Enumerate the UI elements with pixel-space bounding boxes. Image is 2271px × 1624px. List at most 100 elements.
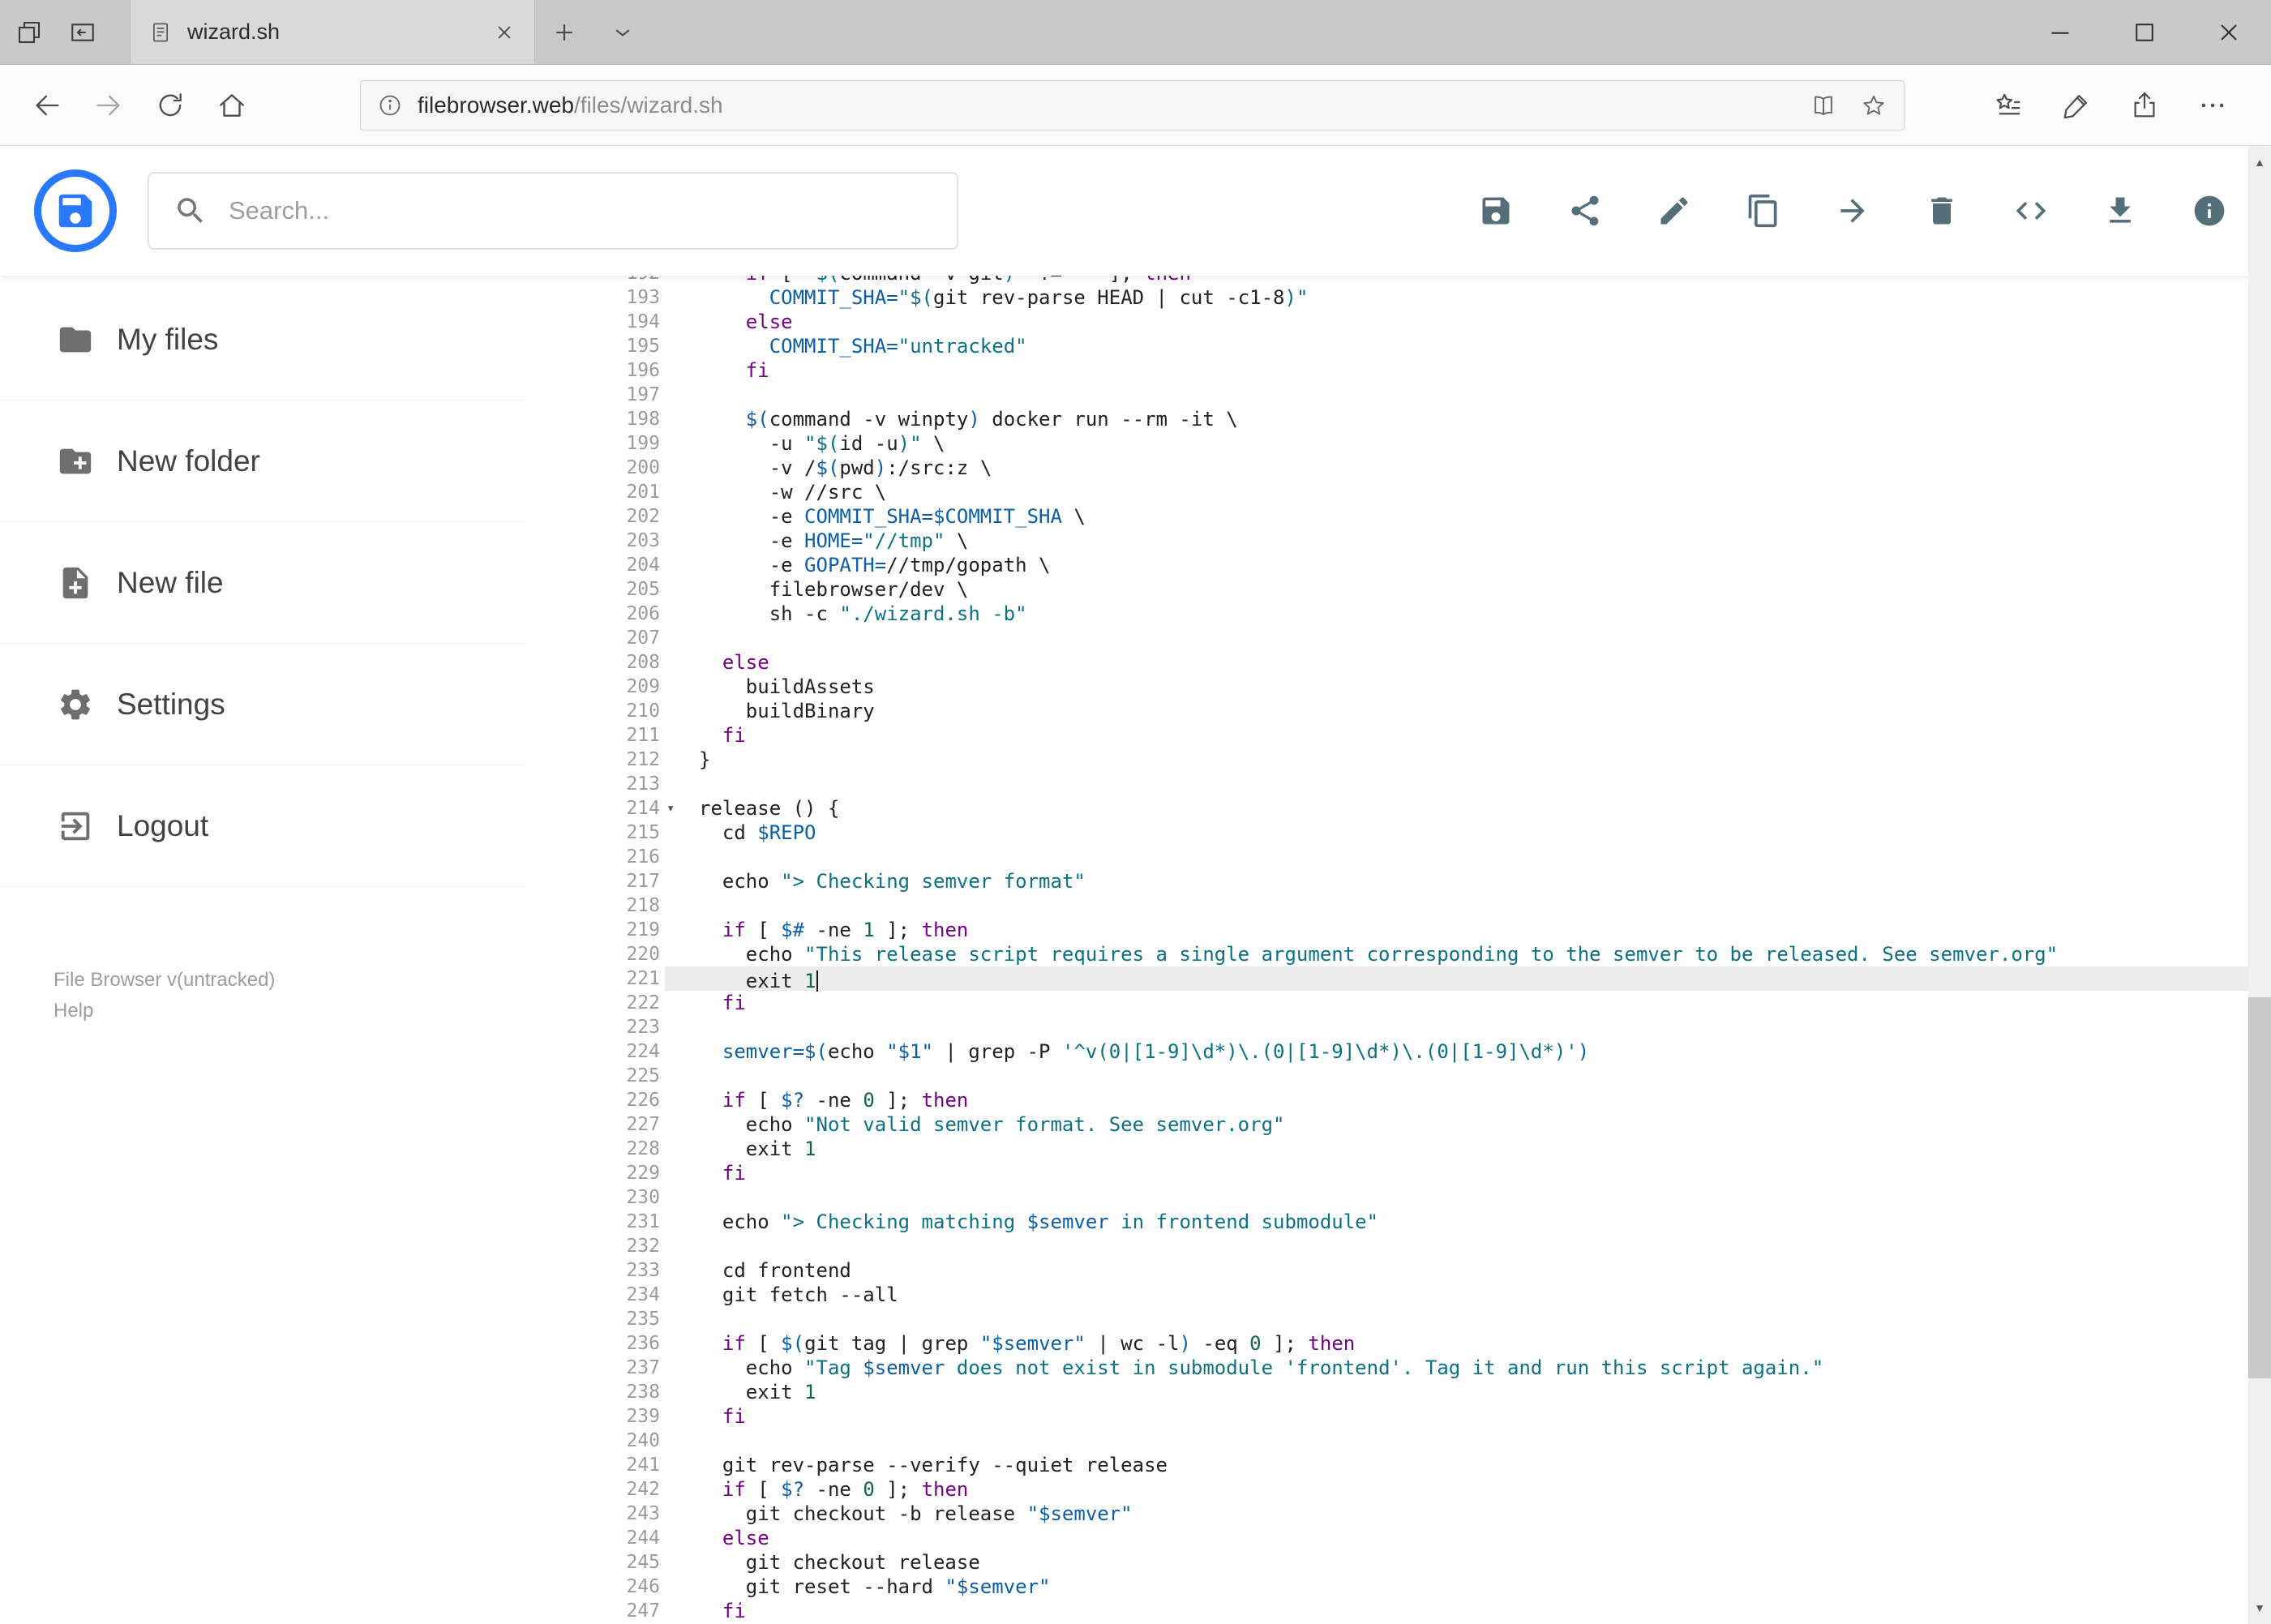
code-line[interactable]: 244 else <box>525 1526 2271 1550</box>
code-line[interactable]: 245 git checkout release <box>525 1550 2271 1575</box>
code-line[interactable]: 207 <box>525 626 2271 650</box>
code-line[interactable]: 227 echo "Not valid semver format. See s… <box>525 1112 2271 1137</box>
share-button[interactable] <box>1567 193 1603 229</box>
code-line[interactable]: 216 <box>525 845 2271 869</box>
home-button[interactable] <box>201 75 263 136</box>
scrollbar-up-arrow[interactable]: ▲ <box>2248 146 2271 178</box>
code-line[interactable]: 210 buildBinary <box>525 699 2271 723</box>
search-input[interactable] <box>229 196 932 225</box>
code-line[interactable]: 201 -w //src \ <box>525 480 2271 504</box>
delete-button[interactable] <box>1924 193 1960 229</box>
copy-button[interactable] <box>1746 193 1781 229</box>
code-line[interactable]: 240 <box>525 1429 2271 1453</box>
code-line[interactable]: 243 git checkout -b release "$semver" <box>525 1502 2271 1526</box>
code-line[interactable]: 198 $(command -v winpty) docker run --rm… <box>525 407 2271 431</box>
code-line[interactable]: 220 echo "This release script requires a… <box>525 942 2271 966</box>
forward-button[interactable] <box>78 75 139 136</box>
page-info-icon[interactable] <box>377 92 403 118</box>
code-line[interactable]: 228 exit 1 <box>525 1137 2271 1161</box>
code-line[interactable]: 208 else <box>525 650 2271 675</box>
code-line[interactable]: 215 cd $REPO <box>525 821 2271 845</box>
code-line[interactable]: 247 fi <box>525 1599 2271 1623</box>
search-box[interactable] <box>148 172 958 250</box>
tab-list-chevron-icon[interactable] <box>593 0 652 64</box>
favorite-star-icon[interactable] <box>1860 92 1888 119</box>
ink-pen-icon[interactable] <box>2046 75 2107 136</box>
code-line[interactable]: 200 -v /$(pwd):/src:z \ <box>525 456 2271 480</box>
code-line[interactable]: 225 <box>525 1064 2271 1088</box>
code-line[interactable]: 238 exit 1 <box>525 1380 2271 1404</box>
code-line[interactable]: 236 if [ $(git tag | grep "$semver" | wc… <box>525 1331 2271 1356</box>
code-line[interactable]: 192 if [ "$(command -v git)" != "" ]; th… <box>525 276 2271 285</box>
tab-close-icon[interactable] <box>492 20 516 45</box>
code-line[interactable]: 212} <box>525 748 2271 772</box>
code-line[interactable]: 231 echo "> Checking matching $semver in… <box>525 1210 2271 1234</box>
sidebar-item-new-file[interactable]: New file <box>0 522 525 644</box>
code-line[interactable]: 202 -e COMMIT_SHA=$COMMIT_SHA \ <box>525 504 2271 529</box>
download-button[interactable] <box>2102 193 2138 229</box>
more-menu-icon[interactable] <box>2182 75 2243 136</box>
back-button[interactable] <box>16 75 78 136</box>
code-line[interactable]: 232 <box>525 1234 2271 1258</box>
sidebar-item-my-files[interactable]: My files <box>0 279 525 401</box>
code-line[interactable]: 203 -e HOME="//tmp" \ <box>525 529 2271 553</box>
set-tabs-aside-icon[interactable] <box>68 18 97 47</box>
code-line[interactable]: 205 filebrowser/dev \ <box>525 577 2271 602</box>
code-line[interactable]: 195 COMMIT_SHA="untracked" <box>525 334 2271 358</box>
new-tab-button[interactable] <box>535 0 593 64</box>
code-line[interactable]: 209 buildAssets <box>525 675 2271 699</box>
code-line[interactable]: 211 fi <box>525 723 2271 748</box>
code-line[interactable]: 229 fi <box>525 1161 2271 1185</box>
code-line[interactable]: 221 exit 1 <box>525 966 2271 992</box>
code-line[interactable]: 235 <box>525 1307 2271 1331</box>
reading-view-icon[interactable] <box>1810 92 1837 119</box>
sidebar-item-new-folder[interactable]: New folder <box>0 401 525 522</box>
help-link[interactable]: Help <box>54 996 275 1026</box>
sidebar-item-settings[interactable]: Settings <box>0 644 525 765</box>
code-line[interactable]: 194 else <box>525 310 2271 334</box>
share-icon[interactable] <box>2114 75 2175 136</box>
code-line[interactable]: 219 if [ $# -ne 1 ]; then <box>525 918 2271 942</box>
code-line[interactable]: 226 if [ $? -ne 0 ]; then <box>525 1088 2271 1112</box>
code-line[interactable]: 206 sh -c "./wizard.sh -b" <box>525 602 2271 626</box>
code-line[interactable]: 214 ▾ release () { <box>525 796 2271 821</box>
code-line[interactable]: 242 if [ $? -ne 0 ]; then <box>525 1477 2271 1502</box>
code-line[interactable]: 223 <box>525 1015 2271 1039</box>
code-line[interactable]: 197 <box>525 383 2271 407</box>
code-line[interactable]: 204 -e GOPATH=//tmp/gopath \ <box>525 553 2271 577</box>
code-line[interactable]: 217 echo "> Checking semver format" <box>525 869 2271 893</box>
code-line[interactable]: 193 COMMIT_SHA="$(git rev-parse HEAD | c… <box>525 285 2271 310</box>
code-line[interactable]: 224 semver=$(echo "$1" | grep -P '^v(0|[… <box>525 1039 2271 1064</box>
info-button[interactable] <box>2192 193 2227 229</box>
browser-tab[interactable]: wizard.sh <box>130 0 535 64</box>
code-line[interactable]: 237 echo "Tag $semver does not exist in … <box>525 1356 2271 1380</box>
code-line[interactable]: 199 -u "$(id -u)" \ <box>525 431 2271 456</box>
close-button[interactable] <box>2187 0 2271 64</box>
sidebar-item-logout[interactable]: Logout <box>0 765 525 887</box>
code-line[interactable]: 213 <box>525 772 2271 796</box>
scrollbar-down-arrow[interactable]: ▼ <box>2248 1592 2271 1624</box>
edit-button[interactable] <box>1656 193 1692 229</box>
code-line[interactable]: 239 fi <box>525 1404 2271 1429</box>
code-editor[interactable]: 192 if [ "$(command -v git)" != "" ]; th… <box>525 276 2271 1624</box>
maximize-button[interactable] <box>2102 0 2187 64</box>
tab-preview-icon[interactable] <box>15 18 44 47</box>
code-line[interactable]: 234 git fetch --all <box>525 1283 2271 1307</box>
code-line[interactable]: 230 <box>525 1185 2271 1210</box>
raw-code-button[interactable] <box>2013 193 2049 229</box>
favorites-hub-icon[interactable] <box>1977 75 2039 136</box>
code-line[interactable]: 222 fi <box>525 991 2271 1015</box>
move-button[interactable] <box>1835 193 1870 229</box>
save-button[interactable] <box>1478 193 1514 229</box>
address-bar[interactable]: filebrowser.web/files/wizard.sh <box>360 79 1905 131</box>
code-line[interactable]: 218 <box>525 893 2271 918</box>
code-line[interactable]: 241 git rev-parse --verify --quiet relea… <box>525 1453 2271 1477</box>
code-line[interactable]: 233 cd frontend <box>525 1258 2271 1283</box>
code-line[interactable]: 196 fi <box>525 358 2271 383</box>
refresh-button[interactable] <box>139 75 201 136</box>
code-line[interactable]: 246 git reset --hard "$semver" <box>525 1575 2271 1599</box>
minimize-button[interactable] <box>2018 0 2102 64</box>
fold-arrow-icon[interactable]: ▾ <box>666 796 688 821</box>
page-scrollbar[interactable]: ▲ ▼ <box>2248 146 2271 1624</box>
scrollbar-thumb[interactable] <box>2248 997 2271 1378</box>
